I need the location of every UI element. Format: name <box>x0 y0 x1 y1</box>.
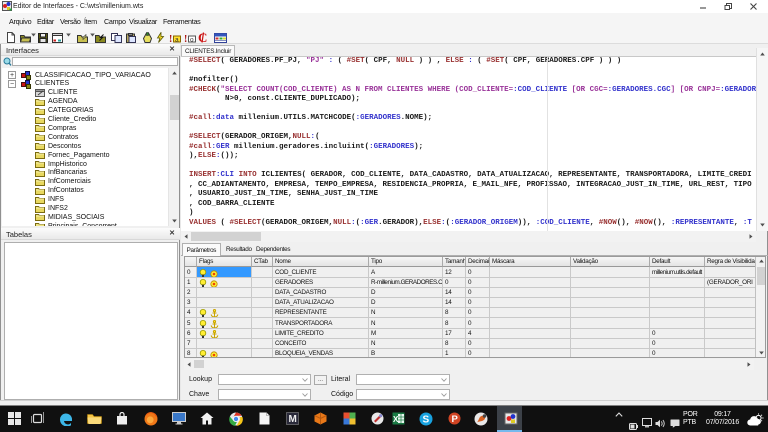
svg-text:!: ! <box>169 34 172 43</box>
svg-text:X: X <box>393 415 399 424</box>
svg-text:!: ! <box>184 34 187 43</box>
svg-text:P: P <box>451 414 458 425</box>
svg-text:S: S <box>422 415 429 426</box>
svg-text:o: o <box>190 37 194 44</box>
svg-text:a: a <box>175 37 179 44</box>
svg-text:M: M <box>288 414 296 425</box>
